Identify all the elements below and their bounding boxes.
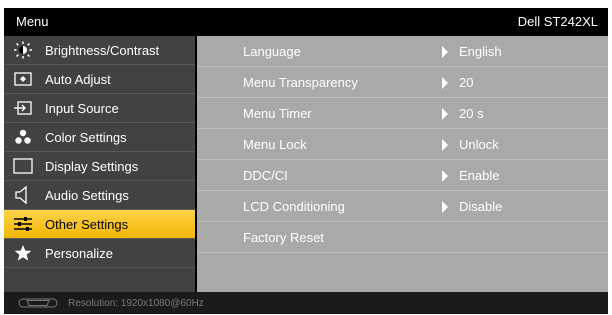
setting-name: Factory Reset (243, 230, 324, 245)
settings-panel: Language English Menu Transparency 20 Me… (197, 36, 608, 292)
brightness-icon (12, 41, 34, 59)
sidebar-item-label: Audio Settings (45, 188, 129, 203)
input-source-icon (12, 99, 34, 117)
status-bar: Resolution: 1920x1080@60Hz (4, 292, 608, 314)
setting-name: Language (243, 44, 301, 59)
submenu-arrow-icon (442, 108, 448, 120)
setting-row-menu-transparency[interactable]: Menu Transparency 20 (197, 67, 608, 98)
sidebar-item-personalize[interactable]: Personalize (4, 239, 195, 268)
submenu-arrow-icon (442, 139, 448, 151)
setting-name: DDC/CI (243, 168, 288, 183)
setting-value: 20 s (459, 106, 484, 121)
other-settings-icon (12, 215, 34, 233)
sidebar-item-auto-adjust[interactable]: Auto Adjust (4, 65, 195, 94)
sidebar-item-label: Other Settings (45, 217, 129, 232)
color-settings-icon (12, 128, 34, 146)
sidebar-item-label: Brightness/Contrast (45, 43, 160, 58)
sidebar-item-audio-settings[interactable]: Audio Settings (4, 181, 195, 210)
sidebar-item-display-settings[interactable]: Display Settings (4, 152, 195, 181)
vga-connector-icon (18, 298, 58, 308)
sidebar-item-label: Color Settings (45, 130, 127, 145)
resolution-text: Resolution: 1920x1080@60Hz (68, 298, 204, 309)
setting-row-menu-timer[interactable]: Menu Timer 20 s (197, 98, 608, 129)
sidebar-item-color-settings[interactable]: Color Settings (4, 123, 195, 152)
setting-name: Menu Transparency (243, 75, 358, 90)
setting-value: English (459, 44, 502, 59)
sidebar-item-other-settings[interactable]: Other Settings (4, 210, 195, 239)
sidebar-item-label: Input Source (45, 101, 119, 116)
sidebar-item-brightness-contrast[interactable]: Brightness/Contrast (4, 36, 195, 65)
submenu-arrow-icon (442, 77, 448, 89)
setting-row-lcd-conditioning[interactable]: LCD Conditioning Disable (197, 191, 608, 222)
sidebar: Brightness/Contrast Auto Adjust Input So… (4, 36, 195, 292)
setting-name: Menu Timer (243, 106, 312, 121)
setting-value: Disable (459, 199, 503, 214)
setting-row-factory-reset[interactable]: Factory Reset (197, 222, 608, 253)
setting-value: 20 (459, 75, 474, 90)
sidebar-item-label: Display Settings (45, 159, 139, 174)
setting-name: LCD Conditioning (243, 199, 345, 214)
menu-title: Menu (16, 14, 49, 29)
setting-row-language[interactable]: Language English (197, 36, 608, 67)
sidebar-item-label: Personalize (45, 246, 113, 261)
sidebar-item-input-source[interactable]: Input Source (4, 94, 195, 123)
submenu-arrow-icon (442, 46, 448, 58)
auto-adjust-icon (12, 70, 34, 88)
monitor-model: Dell ST242XL (517, 14, 598, 29)
menu-header: Menu Dell ST242XL (4, 8, 608, 36)
setting-name: Menu Lock (243, 137, 307, 152)
submenu-arrow-icon (442, 170, 448, 182)
speaker-icon (12, 186, 34, 204)
sidebar-item-label: Auto Adjust (45, 72, 111, 87)
display-settings-icon (12, 157, 34, 175)
setting-row-menu-lock[interactable]: Menu Lock Unlock (197, 129, 608, 160)
setting-value: Enable (459, 168, 500, 183)
osd-menu: Menu Dell ST242XL Brightness/Contrast Au… (4, 8, 608, 314)
setting-row-ddc-ci[interactable]: DDC/CI Enable (197, 160, 608, 191)
setting-value: Unlock (459, 137, 499, 152)
star-icon (12, 244, 34, 262)
submenu-arrow-icon (442, 201, 448, 213)
